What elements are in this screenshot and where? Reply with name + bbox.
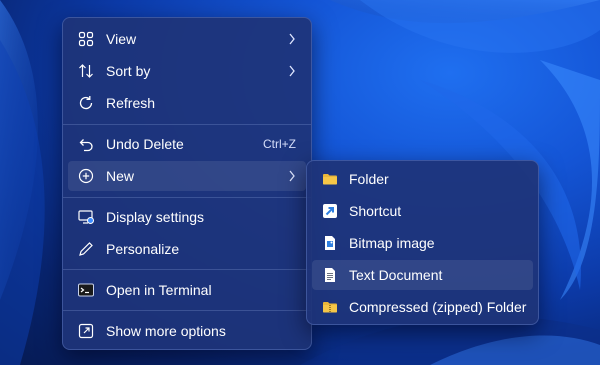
chevron-right-icon xyxy=(289,170,295,182)
menu-item-show-more-options[interactable]: Show more options xyxy=(68,316,306,346)
menu-item-label: Personalize xyxy=(106,241,180,257)
menu-item-label: Display settings xyxy=(106,209,205,225)
menu-item-view[interactable]: View xyxy=(68,24,306,54)
sort-arrows-icon xyxy=(79,64,93,78)
plus-circle-icon xyxy=(78,168,94,184)
folder-icon xyxy=(323,174,337,185)
submenu-item-label: Text Document xyxy=(349,267,443,283)
desktop-wallpaper: View Sort by Refresh Undo Delete Ctrl+Z … xyxy=(0,0,600,365)
menu-item-personalize[interactable]: Personalize xyxy=(68,234,306,264)
terminal-icon xyxy=(78,283,94,297)
menu-item-new[interactable]: New xyxy=(68,161,306,191)
submenu-item-label: Bitmap image xyxy=(349,235,435,251)
menu-separator xyxy=(63,310,311,311)
text-document-icon xyxy=(325,268,335,282)
submenu-item-bitmap-image[interactable]: Bitmap image xyxy=(312,228,533,258)
menu-item-label: Open in Terminal xyxy=(106,282,212,298)
new-submenu: Folder Shortcut Bitmap image Text Docume… xyxy=(306,160,539,325)
submenu-item-shortcut[interactable]: Shortcut xyxy=(312,196,533,226)
submenu-item-label: Shortcut xyxy=(349,203,402,219)
bitmap-file-icon xyxy=(325,236,335,250)
menu-item-open-in-terminal[interactable]: Open in Terminal xyxy=(68,275,306,305)
desktop-context-menu: View Sort by Refresh Undo Delete Ctrl+Z … xyxy=(62,17,312,350)
menu-item-label: Sort by xyxy=(106,63,151,79)
submenu-item-compressed-folder[interactable]: Compressed (zipped) Folder xyxy=(312,292,533,322)
menu-separator xyxy=(63,269,311,270)
submenu-item-label: Compressed (zipped) Folder xyxy=(349,299,527,315)
shortcut-icon xyxy=(323,204,337,218)
menu-item-label: New xyxy=(106,168,135,184)
submenu-item-folder[interactable]: Folder xyxy=(312,164,533,194)
zip-folder-icon xyxy=(323,302,337,313)
chevron-right-icon xyxy=(289,65,295,77)
chevron-right-icon xyxy=(289,33,295,45)
pen-icon xyxy=(79,242,93,256)
keyboard-shortcut: Ctrl+Z xyxy=(263,137,296,151)
display-settings-icon xyxy=(78,210,94,224)
menu-item-label: Refresh xyxy=(106,95,156,111)
menu-item-sort-by[interactable]: Sort by xyxy=(68,56,306,86)
menu-item-undo-delete[interactable]: Undo Delete Ctrl+Z xyxy=(68,129,306,159)
menu-item-label: Undo Delete xyxy=(106,136,184,152)
refresh-icon xyxy=(79,96,93,110)
external-link-icon xyxy=(78,323,94,339)
submenu-item-label: Folder xyxy=(349,171,389,187)
menu-item-label: Show more options xyxy=(106,323,226,339)
menu-separator xyxy=(63,197,311,198)
undo-icon xyxy=(79,139,93,152)
grid-icon xyxy=(78,31,94,47)
menu-item-label: View xyxy=(106,31,137,47)
menu-item-refresh[interactable]: Refresh xyxy=(68,88,306,118)
menu-item-display-settings[interactable]: Display settings xyxy=(68,202,306,232)
menu-separator xyxy=(63,124,311,125)
submenu-item-text-document[interactable]: Text Document xyxy=(312,260,533,290)
